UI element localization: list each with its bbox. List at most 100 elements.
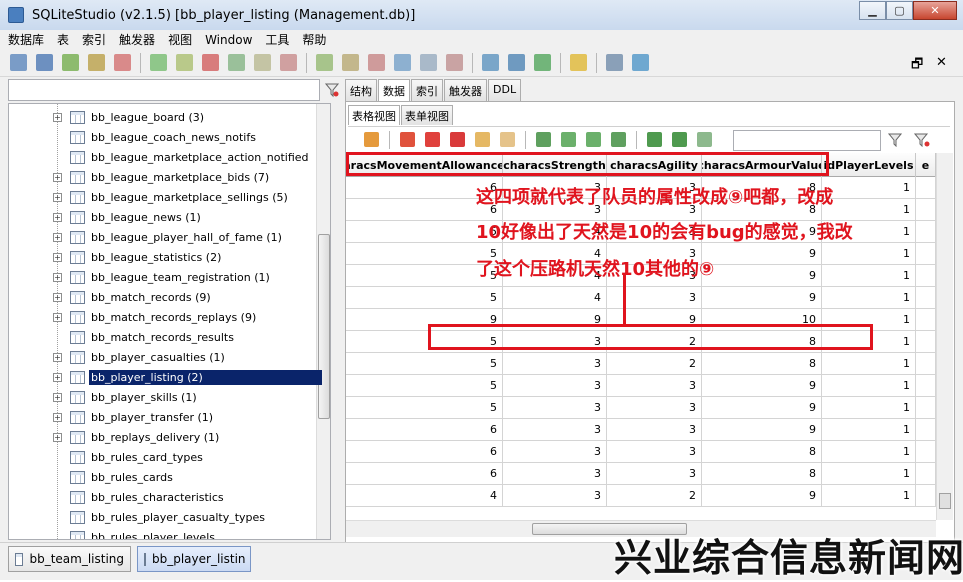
editor-tab[interactable]: 数据 [378,79,410,102]
refresh-icon[interactable] [534,54,551,71]
previous-page-icon[interactable] [561,132,576,147]
mdi-restore-icon[interactable]: 🗗 [911,55,923,77]
grid-layout-icon[interactable] [647,132,662,147]
commit-icon[interactable] [364,132,379,147]
expand-icon[interactable]: + [53,232,62,242]
table-cell[interactable]: 1 [822,463,916,485]
expand-icon[interactable]: + [53,112,62,122]
edit-cell-icon[interactable] [475,132,490,147]
plugin-cube-icon[interactable] [632,54,649,71]
tree-item[interactable]: + bb_match_records (9) [9,287,329,307]
table-cell[interactable]: 1 [822,441,916,463]
table-cell[interactable]: 9 [702,243,822,265]
expand-icon[interactable]: + [53,172,62,182]
table-cell[interactable]: 3 [503,375,607,397]
grid-columns-icon[interactable] [672,132,687,147]
table-row[interactable]: 53391 [346,375,936,397]
tile-icon[interactable] [508,54,525,71]
table-cell[interactable] [916,265,936,287]
table-cell[interactable]: 2 [607,353,702,375]
insert-row-icon[interactable] [400,132,415,147]
table-row[interactable]: 63391 [346,419,936,441]
menu-item[interactable]: 触发器 [119,31,155,48]
grid-vscroll-thumb[interactable] [939,493,951,509]
table-row[interactable]: 43291 [346,485,936,507]
table-cell[interactable]: 9 [702,287,822,309]
close-icon[interactable]: ✕ [913,1,957,20]
minimize-icon[interactable]: ▁ [859,1,886,20]
tree-item[interactable]: bb_league_coach_news_notifs [9,127,329,147]
table-row[interactable]: 63381 [346,463,936,485]
expand-icon[interactable]: + [53,192,62,202]
table-cell[interactable] [916,375,936,397]
table-cell[interactable]: 3 [503,419,607,441]
tree-item[interactable]: + bb_league_news (1) [9,207,329,227]
filter-icon[interactable] [888,133,902,147]
first-page-icon[interactable] [536,132,551,147]
table-cell[interactable] [916,441,936,463]
expand-icon[interactable]: + [53,432,62,442]
menu-item[interactable]: 视图 [168,31,192,48]
editor-tab[interactable]: 索引 [411,79,443,101]
tree-item[interactable]: + bb_league_marketplace_sellings (5) [9,187,329,207]
expand-icon[interactable]: + [53,352,62,362]
tree-item[interactable]: bb_rules_cards [9,467,329,487]
editor-tab[interactable]: DDL [488,79,522,101]
menu-item[interactable]: 数据库 [8,31,44,48]
tree-item[interactable]: + bb_player_transfer (1) [9,407,329,427]
tree-item[interactable]: bb_rules_player_levels [9,527,329,539]
table-cell[interactable] [916,419,936,441]
new-trigger-icon[interactable] [316,54,333,71]
rollback-icon[interactable] [500,132,515,147]
drop-table-icon[interactable] [202,54,219,71]
table-cell[interactable]: 5 [346,287,503,309]
table-cell[interactable]: 3 [607,287,702,309]
tree-item[interactable]: bb_league_marketplace_action_notified [9,147,329,167]
table-cell[interactable]: 4 [346,485,503,507]
table-row[interactable]: 53281 [346,353,936,375]
tree-item[interactable]: + bb_league_team_registration (1) [9,267,329,287]
table-cell[interactable]: 9 [702,265,822,287]
tree-item[interactable]: + bb_player_skills (1) [9,387,329,407]
connect-db-icon[interactable] [10,54,27,71]
export-icon[interactable] [697,132,712,147]
expand-icon[interactable]: + [53,412,62,422]
pencil-icon[interactable] [570,54,587,71]
table-cell[interactable]: 3 [503,485,607,507]
expand-icon[interactable]: + [53,252,62,262]
delete-db-icon[interactable] [114,54,131,71]
last-page-icon[interactable] [611,132,626,147]
add-db-icon[interactable] [62,54,79,71]
edit-trigger-icon[interactable] [342,54,359,71]
table-cell[interactable]: 5 [346,353,503,375]
table-cell[interactable]: 9 [702,397,822,419]
tree-item[interactable]: bb_rules_characteristics [9,487,329,507]
expand-icon[interactable]: + [53,272,62,282]
table-cell[interactable]: 3 [607,397,702,419]
mdi-close-icon[interactable]: ✕ [936,55,947,70]
table-cell[interactable] [916,309,936,331]
table-cell[interactable] [916,221,936,243]
expand-icon[interactable]: + [53,312,62,322]
tree-item[interactable]: + bb_league_marketplace_bids (7) [9,167,329,187]
edit-view-icon[interactable] [420,54,437,71]
window-tab[interactable]: bb_team_listing [8,546,131,572]
grid-vertical-scrollbar[interactable] [936,153,953,520]
table-cell[interactable] [916,177,936,199]
filter-icon[interactable] [325,82,339,98]
tree-item[interactable]: bb_match_records_results [9,327,329,347]
drop-index-icon[interactable] [280,54,297,71]
table-cell[interactable]: 6 [346,463,503,485]
maximize-icon[interactable]: ▢ [886,1,913,20]
table-cell[interactable] [916,331,936,353]
table-cell[interactable]: 3 [607,441,702,463]
grid-filter-input[interactable] [733,130,881,151]
drop-trigger-icon[interactable] [368,54,385,71]
tree-item[interactable]: + bb_league_statistics (2) [9,247,329,267]
tree-item[interactable]: + bb_player_casualties (1) [9,347,329,367]
table-cell[interactable]: 1 [822,397,916,419]
edit-db-icon[interactable] [88,54,105,71]
table-cell[interactable] [916,243,936,265]
table-cell[interactable]: 3 [503,353,607,375]
table-cell[interactable]: 1 [822,243,916,265]
